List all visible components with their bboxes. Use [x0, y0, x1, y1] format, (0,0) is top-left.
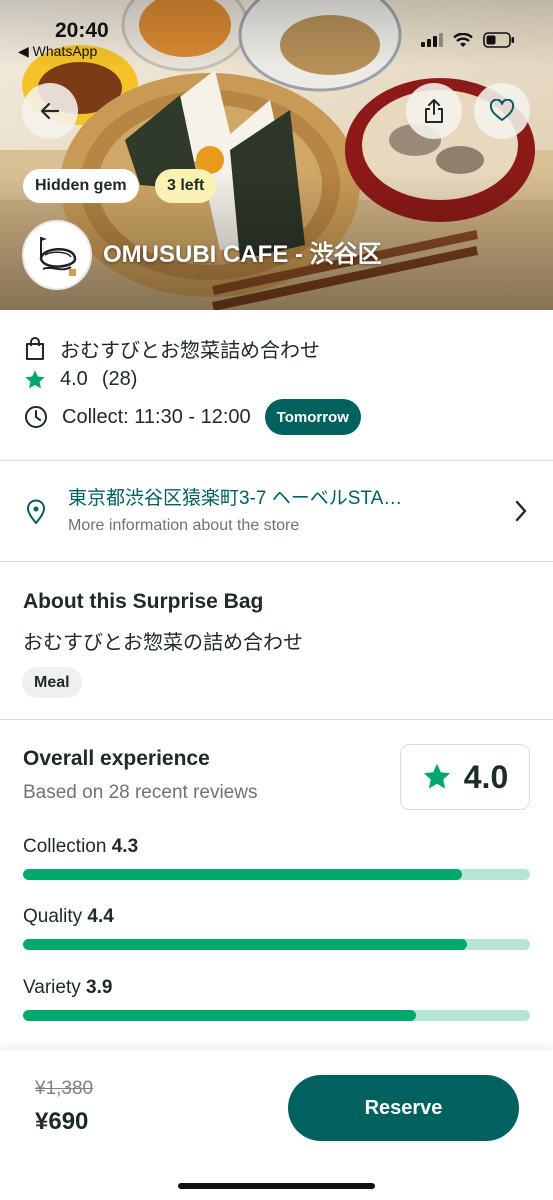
experience-title: Overall experience [23, 747, 210, 770]
store-more-info: More information about the store [68, 517, 300, 534]
metric-bar [23, 869, 530, 880]
store-address[interactable]: 東京都渋谷区猿楽町3-7 ヘーベルSTA… [68, 483, 468, 510]
rating-value: 4.0 [60, 368, 88, 390]
metric-bar-fill [23, 1010, 416, 1021]
bag-icon [26, 336, 44, 360]
status-time: 20:40 [55, 19, 109, 42]
chevron-right-icon [515, 500, 527, 522]
status-bar: 20:40 ◀ WhatsApp [0, 0, 553, 60]
metric-name: Collection [23, 836, 107, 857]
wifi-icon [453, 32, 473, 47]
store-logo-icon [39, 237, 77, 276]
metric-score: 3.9 [86, 977, 113, 998]
favorite-button[interactable] [474, 83, 530, 139]
store-logo [22, 220, 92, 290]
store-address-row[interactable]: 東京都渋谷区猿楽町3-7 ヘーベルSTA… More information a… [0, 461, 553, 561]
rating-count: (28) [101, 368, 138, 390]
back-arrow-icon [40, 102, 60, 120]
collect-time: Collect: 11:30 - 12:00 [62, 405, 251, 428]
heart-icon [489, 99, 515, 121]
overall-score: 4.0 [463, 758, 509, 795]
metric-score: 4.4 [87, 906, 114, 927]
original-price: ¥1,380 [35, 1078, 94, 1099]
collect-day-badge: Tomorrow [264, 399, 361, 435]
metric-label: Collection 4.3 [23, 836, 138, 858]
bag-name-row: おむすびとお惣菜詰め合わせ [24, 334, 320, 363]
status-icons [421, 32, 515, 48]
metric-name: Variety [23, 977, 81, 998]
metric-name: Quality [23, 906, 83, 927]
back-button[interactable] [22, 83, 78, 139]
share-icon [425, 99, 443, 123]
metric-score: 4.3 [111, 836, 139, 857]
metric-bar [23, 939, 530, 950]
metric-label: Variety 3.9 [23, 977, 112, 999]
items-left-badge: 3 left [155, 169, 217, 203]
signal-icon [421, 33, 443, 47]
about-description: おむすびとお惣菜の詰め合わせ [23, 632, 303, 654]
divider [0, 561, 553, 562]
metric-bar [23, 1010, 530, 1021]
battery-icon [483, 32, 514, 48]
star-icon [25, 369, 45, 388]
overall-score-box: 4.0 [400, 744, 530, 810]
metric-bar-fill [23, 939, 467, 950]
about-title: About this Surprise Bag [23, 590, 264, 613]
star-icon [423, 763, 450, 789]
reserve-footer: ¥1,380 ¥690 Reserve [0, 1050, 553, 1200]
reserve-button[interactable]: Reserve [288, 1075, 519, 1141]
back-to-app-link[interactable]: ◀ WhatsApp [18, 43, 97, 60]
collect-row: Collect: 11:30 - 12:00 Tomorrow [24, 399, 361, 435]
store-name: OMUSUBI CAFE - 渋谷区 [103, 241, 382, 268]
metric-label: Quality 4.4 [23, 906, 114, 928]
location-pin-icon [27, 499, 45, 524]
bag-name: おむすびとお惣菜詰め合わせ [60, 340, 320, 362]
experience-subtitle: Based on 28 recent reviews [23, 782, 258, 803]
share-button[interactable] [406, 83, 462, 139]
divider [0, 719, 553, 720]
clock-icon [25, 406, 47, 428]
rating-row: 4.0 (28) [24, 368, 137, 391]
hidden-gem-badge: Hidden gem [23, 169, 139, 203]
home-indicator[interactable] [178, 1183, 375, 1189]
category-chip: Meal [22, 667, 82, 698]
bag-info: おむすびとお惣菜詰め合わせ 4.0 (28) Collect: 11:30 - … [0, 310, 553, 460]
metric-bar-fill [23, 869, 462, 880]
discounted-price: ¥690 [35, 1108, 89, 1135]
